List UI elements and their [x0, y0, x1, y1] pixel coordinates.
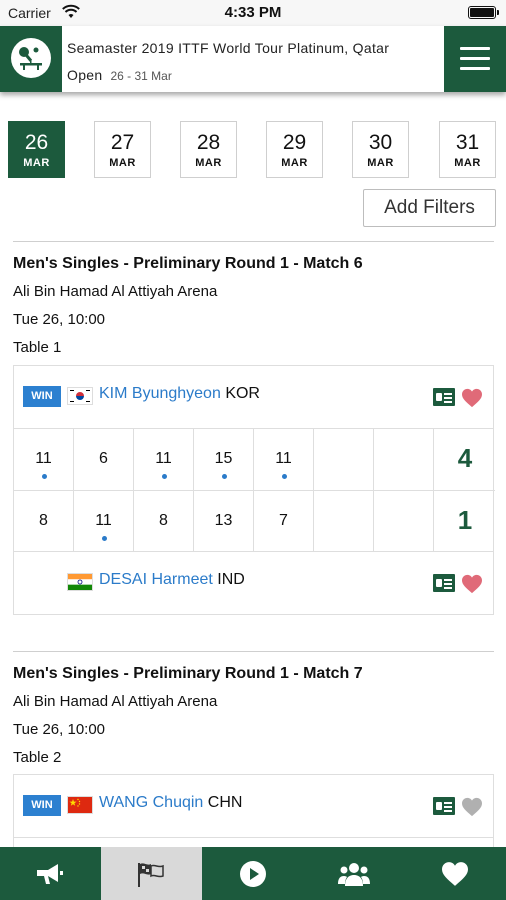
match-title: Men's Singles - Preliminary Round 1 - Ma… — [13, 665, 363, 682]
score-card[interactable]: WIN KIM Byunghyeon KOR 11 6 11 15 11 4 8… — [13, 365, 495, 615]
battery-icon — [468, 6, 499, 19]
game-won-dot — [161, 474, 167, 479]
bottom-tab-bar — [0, 847, 506, 900]
game-score: 11 — [254, 429, 314, 490]
date-day: 28 — [196, 131, 221, 154]
player-card-icon[interactable] — [433, 574, 455, 592]
date-day: 30 — [368, 131, 393, 154]
player-row-2: DESAI Harmeet IND — [14, 552, 493, 614]
game-won-dot — [41, 474, 47, 479]
game-won-dot — [281, 474, 287, 479]
heart-icon[interactable] — [461, 797, 483, 817]
date-day: 26 — [24, 131, 49, 154]
score-row-player-2: 8 11 8 13 7 1 — [14, 491, 495, 553]
game-won-dot — [221, 474, 227, 479]
player-name-1[interactable]: KIM Byunghyeon KOR — [99, 385, 260, 403]
tab-favorites[interactable] — [404, 847, 505, 900]
divider — [13, 241, 494, 242]
player-name-1[interactable]: WANG Chuqin CHN — [99, 794, 242, 812]
game-score: 15 — [194, 429, 254, 490]
app-header: Seamaster 2019 ITTF World Tour Platinum,… — [0, 26, 506, 92]
total-games-player-1: 4 — [457, 443, 473, 473]
date-month: MAR — [367, 157, 394, 169]
game-score: 6 — [74, 429, 134, 490]
game-score: 7 — [254, 491, 314, 552]
south-korea-flag-icon — [67, 387, 93, 405]
tab-video[interactable] — [202, 847, 303, 900]
date-tile-28[interactable]: 28 MAR — [180, 121, 237, 178]
player-country: IND — [217, 571, 245, 588]
game-won-dot — [101, 536, 107, 541]
hamburger-menu-icon[interactable] — [444, 26, 506, 92]
play-icon — [239, 860, 266, 887]
game-score: 11 — [74, 491, 134, 552]
game-score: 8 — [14, 491, 74, 552]
group-icon — [337, 862, 370, 886]
player-country: KOR — [225, 385, 260, 402]
date-month: MAR — [281, 157, 308, 169]
match-datetime: Tue 26, 10:00 — [13, 311, 106, 328]
divider — [13, 651, 494, 652]
player-card-icon[interactable] — [433, 797, 455, 815]
match-venue: Ali Bin Hamad Al Attiyah Arena — [13, 283, 218, 300]
player-country: CHN — [207, 794, 243, 811]
status-bar: Carrier 4:33 PM — [0, 0, 506, 26]
heart-icon — [441, 861, 468, 886]
clock: 4:33 PM — [224, 4, 282, 21]
date-month: MAR — [109, 157, 136, 169]
match-datetime: Tue 26, 10:00 — [13, 721, 106, 738]
tab-news[interactable] — [0, 847, 101, 900]
player-row-1: WIN KIM Byunghyeon KOR — [14, 366, 493, 428]
win-badge: WIN — [23, 386, 61, 407]
add-filters-button[interactable]: Add Filters — [363, 189, 496, 227]
date-day: 29 — [282, 131, 307, 154]
table-tennis-logo-icon — [11, 38, 51, 78]
match-table: Table 1 — [13, 339, 62, 356]
game-score: 8 — [134, 491, 194, 552]
date-tile-30[interactable]: 30 MAR — [352, 121, 409, 178]
date-day: 27 — [110, 131, 135, 154]
match-table: Table 2 — [13, 749, 62, 766]
game-score: 11 — [14, 429, 74, 490]
heart-icon[interactable] — [461, 574, 483, 594]
total-games-player-2: 1 — [457, 505, 473, 535]
match-title: Men's Singles - Preliminary Round 1 - Ma… — [13, 255, 363, 272]
game-score — [314, 429, 374, 490]
score-row-player-1: 11 6 11 15 11 4 — [14, 429, 495, 491]
game-score: 13 — [194, 491, 254, 552]
china-flag-icon — [67, 796, 93, 814]
india-flag-icon — [67, 573, 93, 591]
player-name-link[interactable]: WANG Chuqin — [99, 794, 203, 811]
match-venue: Ali Bin Hamad Al Attiyah Arena — [13, 693, 218, 710]
game-score — [374, 491, 434, 552]
date-tile-26[interactable]: 26 MAR — [8, 121, 65, 178]
player-card-icon[interactable] — [433, 388, 455, 406]
tab-players[interactable] — [303, 847, 404, 900]
heart-icon[interactable] — [461, 388, 483, 408]
tournament-dates: 26 - 31 Mar — [110, 69, 172, 83]
date-day: 31 — [455, 131, 480, 154]
game-score — [374, 429, 434, 490]
game-score: 11 — [134, 429, 194, 490]
player-row-1: WIN WANG Chuqin CHN — [14, 775, 493, 837]
date-tile-31[interactable]: 31 MAR — [439, 121, 496, 178]
tab-results[interactable] — [101, 847, 202, 900]
date-month: MAR — [195, 157, 222, 169]
tournament-title: Seamaster 2019 ITTF World Tour Platinum,… — [67, 35, 439, 90]
score-grid: 11 6 11 15 11 4 8 11 8 13 7 1 — [14, 428, 495, 553]
player-name-link[interactable]: KIM Byunghyeon — [99, 385, 221, 402]
logo-container[interactable] — [0, 26, 62, 92]
win-badge: WIN — [23, 795, 61, 816]
flags-icon — [137, 862, 164, 887]
player-name-2[interactable]: DESAI Harmeet IND — [99, 571, 245, 589]
megaphone-icon — [36, 863, 63, 884]
game-score — [314, 491, 374, 552]
date-tile-27[interactable]: 27 MAR — [94, 121, 151, 178]
date-month: MAR — [454, 157, 481, 169]
date-tile-29[interactable]: 29 MAR — [266, 121, 323, 178]
player-name-link[interactable]: DESAI Harmeet — [99, 571, 213, 588]
date-month: MAR — [23, 157, 50, 169]
